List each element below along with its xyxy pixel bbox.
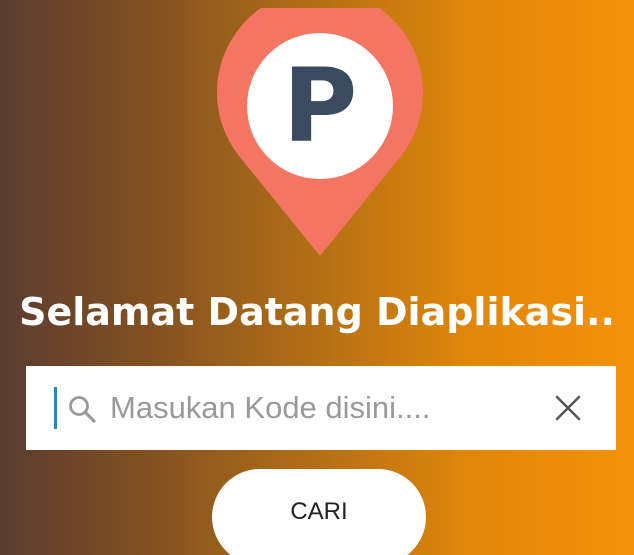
- search-bar[interactable]: [26, 366, 616, 450]
- parking-logo: P: [217, 0, 423, 256]
- logo-letter: P: [283, 47, 358, 166]
- text-caret: [54, 387, 57, 429]
- close-icon[interactable]: [550, 390, 586, 426]
- welcome-heading: Selamat Datang Diaplikasi..: [19, 290, 615, 334]
- search-icon: [66, 393, 98, 425]
- parking-location-pin-icon: P: [217, 0, 423, 256]
- search-input[interactable]: [110, 384, 530, 432]
- cari-button[interactable]: CARI: [212, 469, 426, 555]
